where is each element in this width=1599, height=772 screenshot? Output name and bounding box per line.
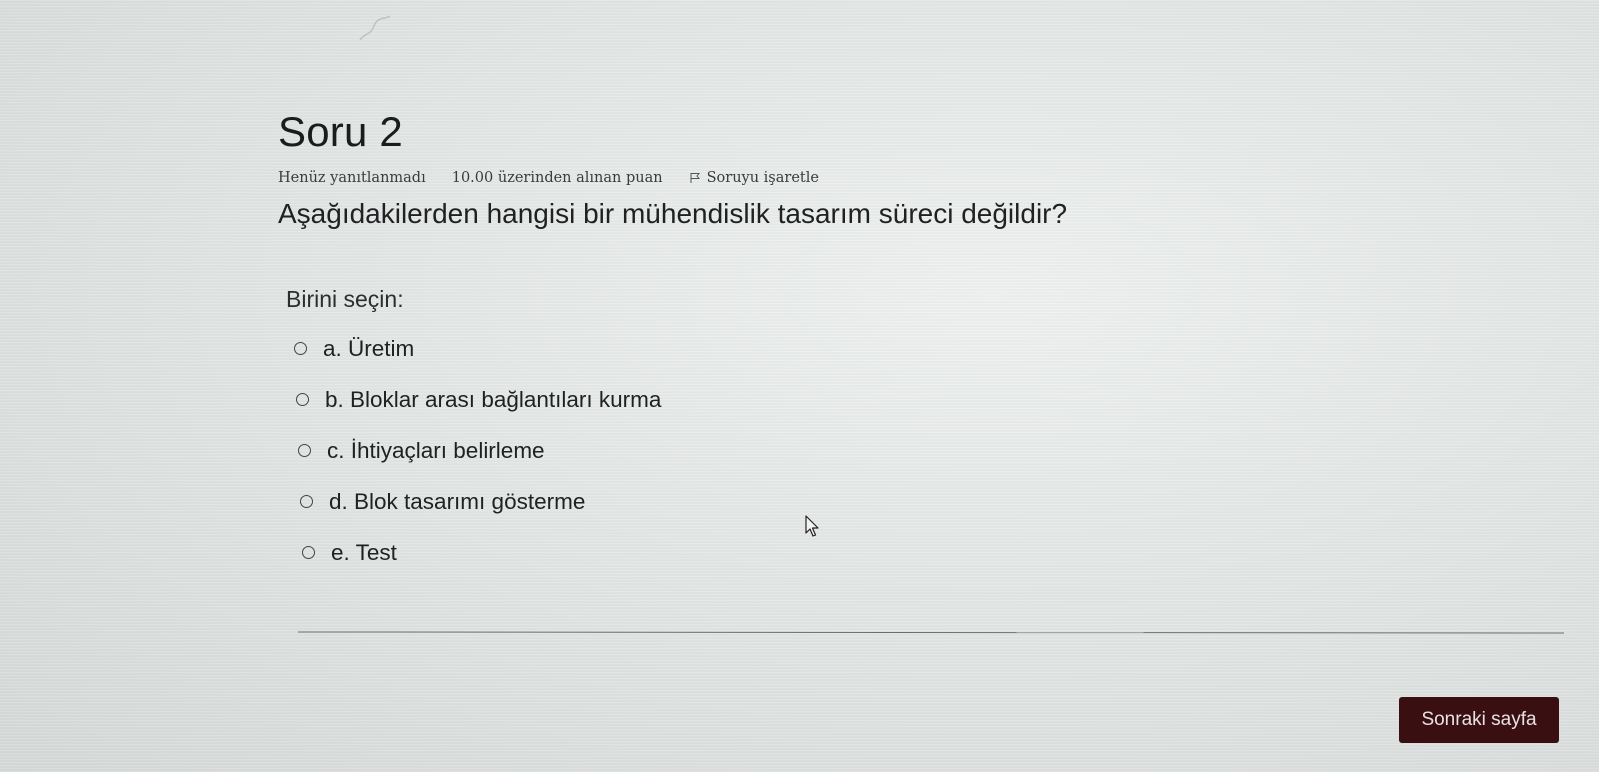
radio-button-icon[interactable] <box>302 546 315 559</box>
screen-smudge <box>359 15 391 41</box>
answer-label: c. İhtiyaçları belirleme <box>327 437 545 463</box>
radio-button-icon[interactable] <box>300 495 313 508</box>
answer-label: b. Bloklar arası bağlantıları kurma <box>325 386 662 412</box>
radio-button-icon[interactable] <box>298 444 311 457</box>
question-info: Henüz yanıtlanmadı 10.00 üzerinden alına… <box>278 170 1478 186</box>
answer-label: a. Üretim <box>323 335 415 361</box>
question-title: Soru 2 <box>278 108 403 155</box>
answer-label: e. Test <box>331 539 397 565</box>
answer-option-b[interactable]: b. Bloklar arası bağlantıları kurma <box>296 374 1478 425</box>
radio-button-icon[interactable] <box>294 342 307 355</box>
flag-question-button[interactable]: Soruyu işaretle <box>689 170 819 186</box>
answer-list: a. Üretim b. Bloklar arası bağlantıları … <box>294 323 1478 578</box>
answer-option-e[interactable]: e. Test <box>302 527 1478 578</box>
mouse-cursor-icon <box>805 515 819 537</box>
answer-label: d. Blok tasarımı gösterme <box>329 488 586 514</box>
next-page-button[interactable]: Sonraki sayfa <box>1399 697 1559 743</box>
answer-prompt: Birini seçin: <box>286 286 404 312</box>
question-block: Soru 2 Henüz yanıtlanmadı 10.00 üzerinde… <box>278 108 1478 578</box>
answer-option-a[interactable]: a. Üretim <box>294 323 1478 374</box>
flag-icon <box>690 173 700 183</box>
question-grade: 10.00 üzerinden alınan puan <box>451 170 663 186</box>
answer-option-c[interactable]: c. İhtiyaçları belirleme <box>298 425 1478 476</box>
question-text: Aşağıdakilerden hangisi bir mühendislik … <box>278 198 1068 229</box>
answer-option-d[interactable]: d. Blok tasarımı gösterme <box>300 476 1478 527</box>
radio-button-icon[interactable] <box>296 393 309 406</box>
section-divider <box>297 631 1565 634</box>
question-state: Henüz yanıtlanmadı <box>278 170 426 186</box>
flag-question-label: Soruyu işaretle <box>706 170 819 186</box>
